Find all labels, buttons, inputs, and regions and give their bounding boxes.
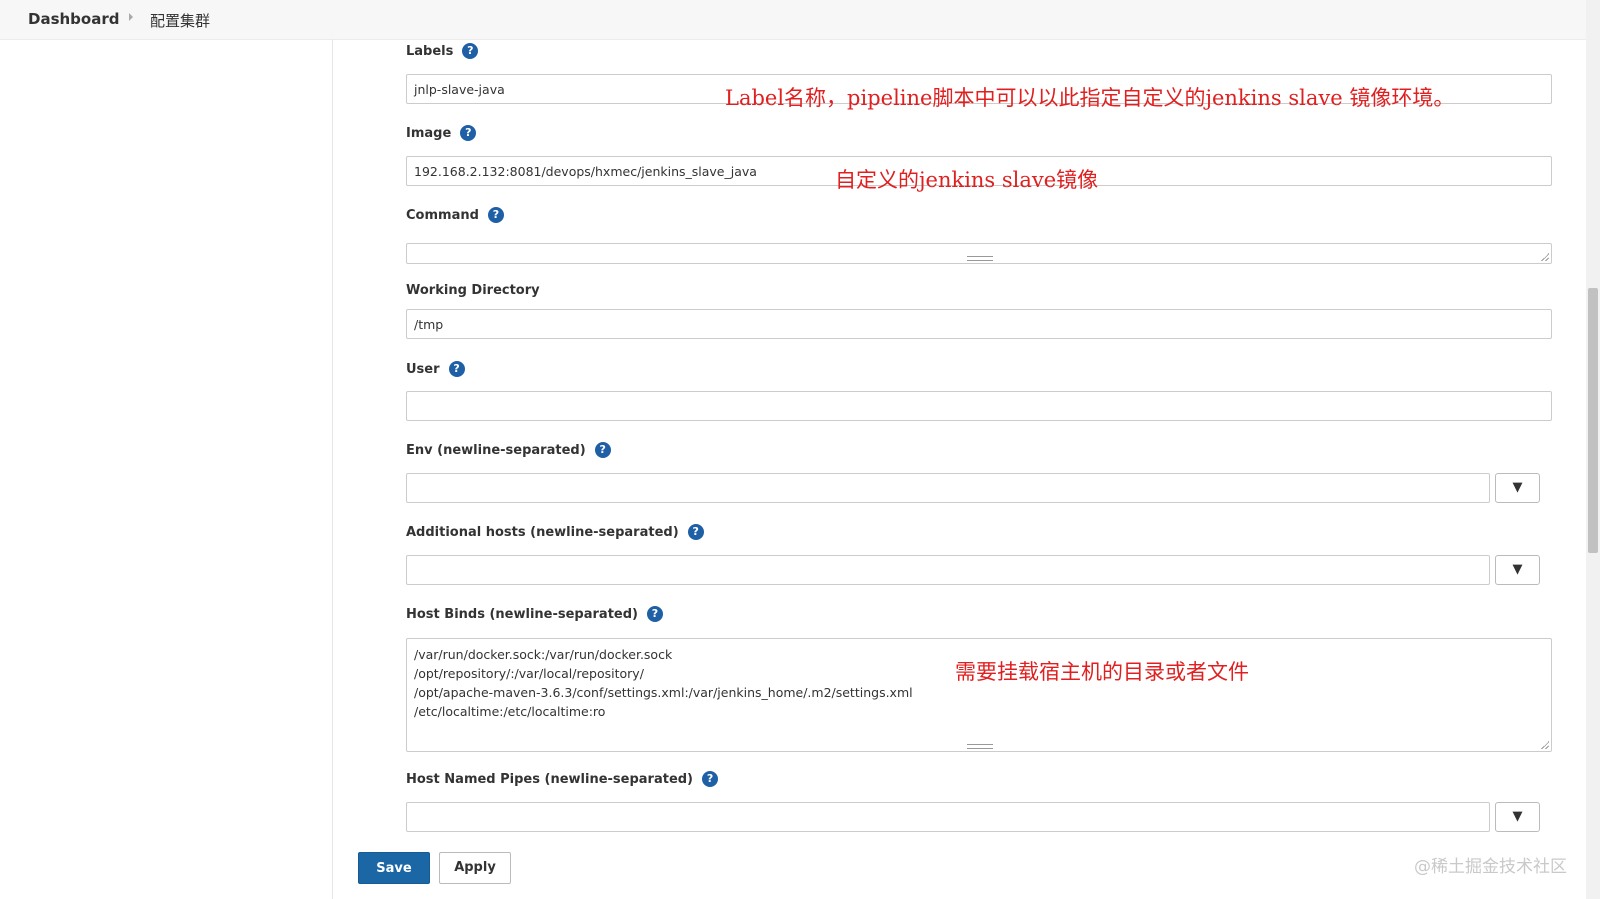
command-label: Command ? [406,207,504,223]
workdir-label-text: Working Directory [406,283,540,298]
pipes-label-text: Host Named Pipes (newline-separated) [406,771,694,787]
binds-label-text: Host Binds (newline-separated) [406,606,638,622]
help-icon[interactable]: ? [687,524,704,540]
watermark: @稀土掘金技术社区 [1414,857,1567,877]
pipes-label: Host Named Pipes (newline-separated) ? [406,771,719,787]
binds-line: /var/run/docker.sock:/var/run/docker.soc… [414,647,673,662]
breadcrumb-separator-icon [129,13,133,21]
resize-grip-icon[interactable] [967,744,993,749]
binds-line: /etc/localtime:/etc/localtime:ro [414,704,606,719]
hosts-label: Additional hosts (newline-separated) ? [406,524,704,540]
labels-annotation: Label名称，pipeline脚本中可以以此指定自定义的jenkins sla… [725,86,1455,110]
pipes-input[interactable] [406,802,1490,832]
resize-corner-icon[interactable] [1541,253,1549,261]
user-input[interactable] [406,391,1552,421]
save-button[interactable]: Save [358,852,430,884]
binds-line: /opt/repository/:/var/local/repository/ [414,666,644,681]
breadcrumb-bar: Dashboard 配置集群 [0,0,1586,40]
command-label-text: Command [406,207,479,223]
hosts-input[interactable] [406,555,1490,585]
binds-annotation: 需要挂载宿主机的目录或者文件 [955,660,1249,684]
pipes-dropdown-button[interactable]: ▼ [1495,802,1540,832]
labels-label-text: Labels [406,43,454,59]
hosts-label-text: Additional hosts (newline-separated) [406,524,679,540]
apply-button[interactable]: Apply [439,852,511,884]
hosts-dropdown-button[interactable]: ▼ [1495,555,1540,585]
binds-line: /opt/apache-maven-3.6.3/conf/settings.xm… [414,685,913,700]
env-label-text: Env (newline-separated) [406,442,586,458]
env-label: Env (newline-separated) ? [406,442,611,458]
labels-label: Labels ? [406,43,479,59]
scrollbar-thumb[interactable] [1588,288,1598,553]
breadcrumb-dashboard-link[interactable]: Dashboard [28,10,119,28]
resize-corner-icon[interactable] [1541,741,1549,749]
user-label: User ? [406,361,465,377]
env-dropdown-button[interactable]: ▼ [1495,473,1540,503]
image-label-text: Image [406,125,452,141]
workdir-label: Working Directory [406,283,540,298]
sidebar-divider [332,39,333,899]
help-icon[interactable]: ? [702,771,719,787]
help-icon[interactable]: ? [487,207,504,223]
command-textarea[interactable] [406,243,1552,264]
env-input[interactable] [406,473,1490,503]
help-icon[interactable]: ? [460,125,477,141]
help-icon[interactable]: ? [646,606,663,622]
image-annotation: 自定义的jenkins slave镜像 [835,168,1099,192]
binds-label: Host Binds (newline-separated) ? [406,606,663,622]
resize-grip-icon[interactable] [967,256,993,261]
workdir-input[interactable]: /tmp [406,309,1552,339]
help-icon[interactable]: ? [594,442,611,458]
image-label: Image ? [406,125,477,141]
user-label-text: User [406,361,440,377]
help-icon[interactable]: ? [448,361,465,377]
help-icon[interactable]: ? [462,43,479,59]
breadcrumb-current-page[interactable]: 配置集群 [150,10,210,31]
